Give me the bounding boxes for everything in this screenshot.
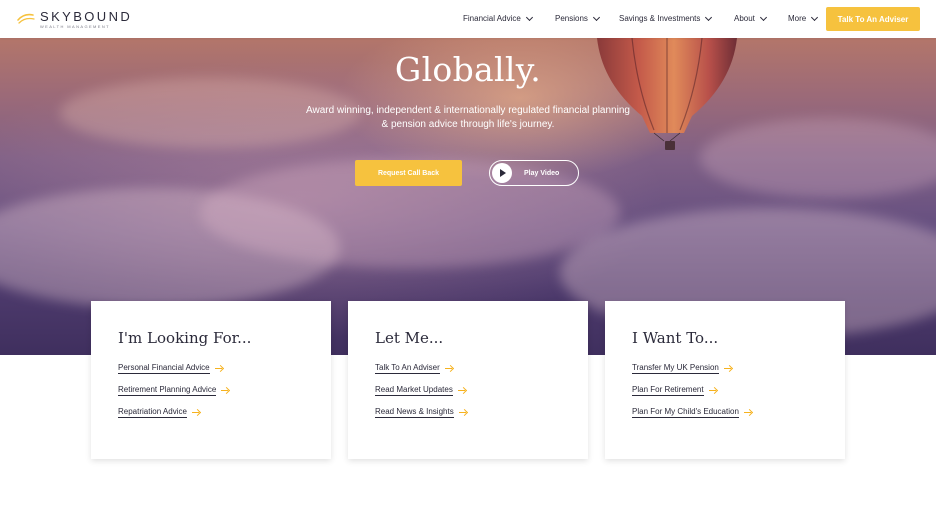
chevron-down-icon — [705, 13, 713, 21]
link-text: Plan For Retirement — [632, 384, 704, 396]
card-link[interactable]: Transfer My UK Pension — [632, 362, 818, 374]
arrow-right-icon — [191, 408, 200, 416]
arrow-right-icon — [708, 386, 717, 394]
card-link[interactable]: Read News & Insights — [375, 406, 561, 418]
card-link[interactable]: Personal Financial Advice — [118, 362, 304, 374]
card-link[interactable]: Retirement Planning Advice — [118, 384, 304, 396]
play-icon — [492, 163, 512, 183]
nav-about[interactable]: About — [734, 13, 767, 23]
link-text: Plan For My Child's Education — [632, 406, 739, 418]
balloon-basket — [665, 141, 675, 150]
card-i-want-to: I Want To... Transfer My UK Pension Plan… — [605, 301, 845, 459]
chevron-down-icon — [811, 13, 819, 21]
nav-label: More — [788, 14, 807, 23]
hero-subtitle-line: & pension advice through life's journey. — [381, 119, 555, 130]
link-text: Repatriation Advice — [118, 406, 187, 418]
nav-financial-advice[interactable]: Financial Advice — [463, 13, 533, 23]
link-text: Read News & Insights — [375, 406, 454, 418]
nav-more[interactable]: More — [788, 13, 819, 23]
card-let-me: Let Me... Talk To An Adviser Read Market… — [348, 301, 588, 459]
hero-title: Globally. — [394, 50, 542, 89]
card-looking-for: I'm Looking For... Personal Financial Ad… — [91, 301, 331, 459]
arrow-right-icon — [743, 408, 752, 416]
card-link[interactable]: Repatriation Advice — [118, 406, 304, 418]
card-title: I Want To... — [632, 329, 719, 347]
link-text: Transfer My UK Pension — [632, 362, 719, 374]
request-call-back-button[interactable]: Request Call Back — [355, 160, 462, 186]
talk-to-adviser-button[interactable]: Talk To An Adviser — [826, 7, 920, 31]
link-text: Read Market Updates — [375, 384, 453, 396]
link-text: Personal Financial Advice — [118, 362, 210, 374]
chevron-down-icon — [525, 13, 533, 21]
logo-name: SKYBOUND — [40, 8, 133, 24]
nav-pensions[interactable]: Pensions — [555, 13, 600, 23]
card-link[interactable]: Read Market Updates — [375, 384, 561, 396]
chevron-down-icon — [759, 13, 767, 21]
logo-swirl-icon — [17, 13, 35, 24]
hero-subtitle-line: Award winning, independent & internation… — [306, 105, 630, 116]
card-link[interactable]: Plan For My Child's Education — [632, 406, 818, 418]
logo[interactable]: SKYBOUND WEALTH MANAGEMENT — [16, 10, 132, 29]
hero-subtitle: Award winning, independent & internation… — [278, 104, 658, 132]
arrow-right-icon — [457, 386, 466, 394]
card-title: I'm Looking For... — [118, 329, 252, 347]
logo-tagline: WEALTH MANAGEMENT — [40, 23, 110, 29]
arrow-right-icon — [458, 408, 467, 416]
site-header: SKYBOUND WEALTH MANAGEMENT Financial Adv… — [0, 0, 936, 38]
arrow-right-icon — [221, 386, 229, 394]
nav-label: Pensions — [555, 14, 588, 23]
nav-savings-investments[interactable]: Savings & Investments — [619, 13, 713, 23]
nav-label: Savings & Investments — [619, 14, 701, 23]
play-video-label: Play Video — [524, 169, 560, 177]
link-text: Talk To An Adviser — [375, 362, 440, 374]
card-link[interactable]: Talk To An Adviser — [375, 362, 561, 374]
play-video-button[interactable]: Play Video — [489, 160, 579, 186]
link-text: Retirement Planning Advice — [118, 384, 217, 396]
nav-label: About — [734, 14, 755, 23]
card-title: Let Me... — [375, 329, 444, 347]
arrow-right-icon — [723, 364, 732, 372]
chevron-down-icon — [592, 13, 600, 21]
card-link[interactable]: Plan For Retirement — [632, 384, 818, 396]
nav-label: Financial Advice — [463, 14, 521, 23]
arrow-right-icon — [214, 364, 223, 372]
arrow-right-icon — [444, 364, 453, 372]
